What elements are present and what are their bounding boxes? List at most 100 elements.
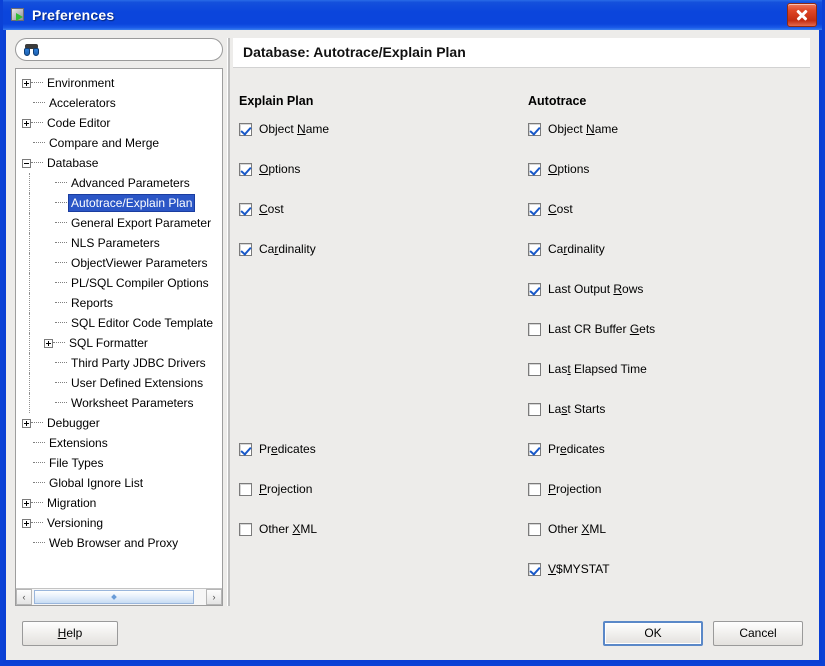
tree-item[interactable]: Advanced Parameters xyxy=(16,173,222,193)
search-box[interactable] xyxy=(15,38,223,61)
scroll-right-arrow-icon[interactable]: › xyxy=(206,589,222,605)
checkbox-row[interactable]: Predicates xyxy=(239,441,316,457)
scrollbar-track[interactable] xyxy=(32,589,206,605)
tree-item[interactable]: Compare and Merge xyxy=(16,133,222,153)
checkbox-row[interactable]: Predicates xyxy=(528,441,605,457)
checkbox-row[interactable]: Cardinality xyxy=(528,241,605,257)
checkbox-row[interactable]: Projection xyxy=(239,481,312,497)
tree-item[interactable]: Debugger xyxy=(16,413,222,433)
checkbox-autotrace-11[interactable] xyxy=(528,562,541,576)
checkbox-autotrace-3[interactable] xyxy=(528,242,541,256)
checkbox-label: Predicates xyxy=(259,442,316,456)
tree-item[interactable]: Migration xyxy=(16,493,222,513)
checkbox-row[interactable]: Cost xyxy=(239,201,284,217)
tree-item[interactable]: Database xyxy=(16,153,222,173)
scroll-left-arrow-icon[interactable]: ‹ xyxy=(16,589,32,605)
checkbox-row[interactable]: Other XML xyxy=(239,521,317,537)
checkbox-autotrace-2[interactable] xyxy=(528,202,541,216)
checkbox-autotrace-4[interactable] xyxy=(528,282,541,296)
tree-item[interactable]: Code Editor xyxy=(16,113,222,133)
tree-connector-dots xyxy=(33,442,45,444)
checkbox-explain-4[interactable] xyxy=(239,442,252,456)
checkbox-row[interactable]: Last Elapsed Time xyxy=(528,361,647,377)
expand-icon[interactable] xyxy=(44,338,53,348)
tree-connector-dots xyxy=(53,342,65,344)
close-icon[interactable] xyxy=(787,3,817,27)
tree-item[interactable]: File Types xyxy=(16,453,222,473)
checkbox-row[interactable]: Last Output Rows xyxy=(528,281,643,297)
tree-connector-dots xyxy=(55,302,67,304)
tree-connector-dots xyxy=(33,542,45,544)
checkbox-autotrace-10[interactable] xyxy=(528,522,541,536)
ok-button[interactable]: OK xyxy=(603,620,703,646)
checkbox-row[interactable]: Options xyxy=(528,161,589,177)
tree-item[interactable]: Versioning xyxy=(16,513,222,533)
checkbox-row[interactable]: Other XML xyxy=(528,521,606,537)
checkbox-explain-2[interactable] xyxy=(239,202,252,216)
checkbox-explain-5[interactable] xyxy=(239,482,252,496)
checkbox-row[interactable]: Options xyxy=(239,161,300,177)
tree-item[interactable]: Environment xyxy=(16,73,222,93)
expand-icon[interactable] xyxy=(22,78,31,88)
tree-connector-dots xyxy=(55,322,67,324)
expand-icon[interactable] xyxy=(22,418,31,428)
checkbox-autotrace-7[interactable] xyxy=(528,402,541,416)
tree-connector-dots xyxy=(31,522,43,524)
scrollbar-thumb[interactable] xyxy=(34,590,194,604)
checkbox-row[interactable]: Cost xyxy=(528,201,573,217)
checkbox-autotrace-0[interactable] xyxy=(528,122,541,136)
tree-item[interactable]: Third Party JDBC Drivers xyxy=(16,353,222,373)
tree-item[interactable]: SQL Editor Code Template xyxy=(16,313,222,333)
page-title: Database: Autotrace/Explain Plan xyxy=(233,38,810,68)
tree-item[interactable]: Extensions xyxy=(16,433,222,453)
tree-horizontal-scrollbar[interactable]: ‹ › xyxy=(16,588,222,605)
checkbox-explain-6[interactable] xyxy=(239,522,252,536)
checkbox-autotrace-1[interactable] xyxy=(528,162,541,176)
tree-item[interactable]: Reports xyxy=(16,293,222,313)
tree-item[interactable]: PL/SQL Compiler Options xyxy=(16,273,222,293)
preferences-tree-frame: Environment Accelerators Code Editor Compar… xyxy=(15,68,223,606)
tree-item[interactable]: General Export Parameter xyxy=(16,213,222,233)
checkbox-row[interactable]: Object Name xyxy=(528,121,618,137)
tree-item[interactable]: NLS Parameters xyxy=(16,233,222,253)
checkbox-autotrace-9[interactable] xyxy=(528,482,541,496)
pane-splitter[interactable] xyxy=(223,38,233,606)
collapse-icon[interactable] xyxy=(22,158,31,168)
help-button[interactable]: Help xyxy=(22,620,118,646)
checkbox-label: Last CR Buffer Gets xyxy=(548,322,656,336)
cancel-button[interactable]: Cancel xyxy=(713,620,803,646)
expand-icon[interactable] xyxy=(22,118,31,128)
tree-item[interactable]: Web Browser and Proxy xyxy=(16,533,222,553)
expand-icon[interactable] xyxy=(22,518,31,528)
preferences-tree-scroll[interactable]: Environment Accelerators Code Editor Compar… xyxy=(16,69,222,588)
tree-item[interactable]: Autotrace/Explain Plan xyxy=(16,193,222,213)
checkbox-row[interactable]: V$MYSTAT xyxy=(528,561,610,577)
checkbox-row[interactable]: Object Name xyxy=(239,121,329,137)
checkbox-label: Projection xyxy=(259,482,313,496)
autotrace-column: Autotrace Object Name Options Cost Cardinal… xyxy=(519,94,808,606)
tree-item[interactable]: ObjectViewer Parameters xyxy=(16,253,222,273)
checkbox-label: Options xyxy=(259,162,301,176)
checkbox-row[interactable]: Cardinality xyxy=(239,241,316,257)
checkbox-explain-1[interactable] xyxy=(239,162,252,176)
checkbox-row[interactable]: Projection xyxy=(528,481,601,497)
tree-item[interactable]: SQL Formatter xyxy=(16,333,222,353)
tree-item[interactable]: Accelerators xyxy=(16,93,222,113)
tree-item[interactable]: Worksheet Parameters xyxy=(16,393,222,413)
checkbox-label: Cost xyxy=(548,202,573,216)
checkbox-autotrace-5[interactable] xyxy=(528,322,541,336)
expand-icon[interactable] xyxy=(22,498,31,508)
tree-item[interactable]: Global Ignore List xyxy=(16,473,222,493)
checkbox-autotrace-6[interactable] xyxy=(528,362,541,376)
tree-connector-dots xyxy=(55,362,67,364)
checkbox-row[interactable]: Last CR Buffer Gets xyxy=(528,321,655,337)
checkbox-row[interactable]: Last Starts xyxy=(528,401,605,417)
checkbox-explain-3[interactable] xyxy=(239,242,252,256)
preferences-dialog: Preferences Environment Accelerators Code … xyxy=(0,0,825,666)
tree-connector-dots xyxy=(55,242,67,244)
checkbox-autotrace-8[interactable] xyxy=(528,442,541,456)
tree-connector-dots xyxy=(31,162,43,164)
tree-item[interactable]: User Defined Extensions xyxy=(16,373,222,393)
checkbox-explain-0[interactable] xyxy=(239,122,252,136)
search-input[interactable] xyxy=(43,42,214,57)
